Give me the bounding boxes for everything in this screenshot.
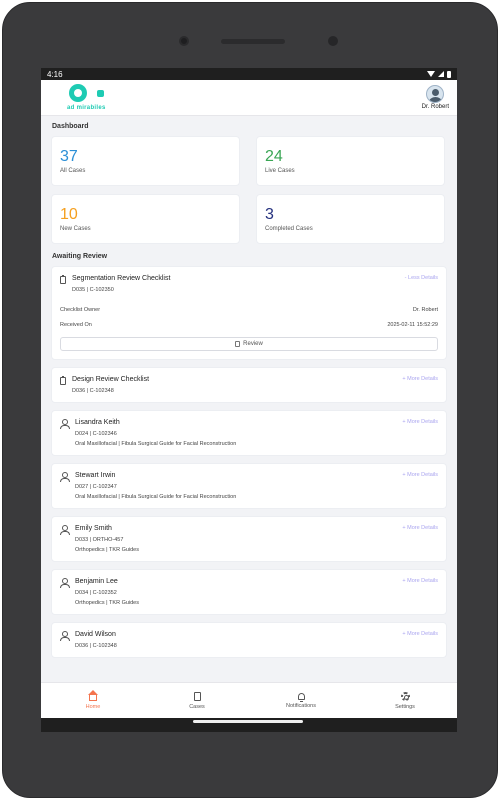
more-details-link[interactable]: + More Details bbox=[402, 472, 438, 478]
bottom-navigation: Home Cases Notifications Settings bbox=[41, 682, 457, 718]
speaker-grille bbox=[221, 39, 285, 44]
review-card[interactable]: Emily Smith D033 | ORTHO-457 Orthopedics… bbox=[51, 516, 447, 562]
logo-square-icon bbox=[97, 89, 104, 97]
stat-card-all[interactable]: 37 All Cases bbox=[51, 136, 240, 186]
card-subtitle: D033 | ORTHO-457 bbox=[75, 537, 124, 543]
stat-label: Completed Cases bbox=[265, 226, 313, 232]
nav-home[interactable]: Home bbox=[41, 683, 145, 718]
home-icon bbox=[88, 689, 98, 701]
more-details-link[interactable]: + More Details bbox=[402, 578, 438, 584]
cases-icon bbox=[193, 691, 201, 701]
less-details-link[interactable]: - Less Details bbox=[405, 275, 438, 281]
card-subtitle: D034 | C-102352 bbox=[75, 590, 117, 596]
stat-value: 24 bbox=[265, 148, 283, 165]
brand-logo[interactable]: ad mirabiles bbox=[67, 82, 117, 114]
dashboard-title: Dashboard bbox=[52, 123, 89, 130]
card-title: Design Review Checklist bbox=[72, 376, 150, 383]
wifi-icon bbox=[427, 71, 435, 77]
owner-label: Checklist Owner bbox=[60, 307, 101, 313]
nav-label: Cases bbox=[189, 703, 205, 710]
stat-value: 3 bbox=[265, 206, 274, 223]
person-icon bbox=[60, 578, 70, 588]
review-card[interactable]: Stewart Irwin D027 | C-102347 Oral Maxil… bbox=[51, 463, 447, 509]
review-card[interactable]: Benjamin Lee D034 | C-102352 Orthopedics… bbox=[51, 569, 447, 615]
nav-label: Settings bbox=[395, 703, 415, 710]
stat-value: 37 bbox=[60, 148, 78, 165]
nav-settings[interactable]: Settings bbox=[353, 683, 457, 718]
more-details-link[interactable]: + More Details bbox=[402, 525, 438, 531]
nav-notifications[interactable]: Notifications bbox=[249, 683, 353, 718]
review-doc-icon bbox=[235, 341, 241, 347]
more-details-link[interactable]: + More Details bbox=[402, 376, 438, 382]
card-detail: Oral Maxillofacial | Fibula Surgical Gui… bbox=[75, 494, 237, 500]
gesture-handle[interactable] bbox=[193, 720, 303, 723]
person-icon bbox=[60, 472, 70, 482]
avatar[interactable] bbox=[426, 85, 445, 103]
clipboard-icon bbox=[60, 376, 66, 385]
stat-label: All Cases bbox=[60, 168, 86, 174]
person-icon bbox=[60, 419, 70, 429]
stat-label: New Cases bbox=[60, 226, 91, 232]
card-title: Emily Smith bbox=[75, 525, 112, 532]
card-detail: Oral Maxillofacial | Fibula Surgical Gui… bbox=[75, 441, 237, 447]
card-detail: Orthopedics | TKR Guides bbox=[75, 600, 139, 606]
card-title: Lisandra Keith bbox=[75, 419, 120, 426]
owner-value: Dr. Robert bbox=[412, 307, 438, 313]
stat-card-new[interactable]: 10 New Cases bbox=[51, 194, 240, 244]
stat-value: 10 bbox=[60, 206, 78, 223]
details-block: Checklist Owner Dr. Robert Received On 2… bbox=[60, 307, 438, 328]
card-detail: Orthopedics | TKR Guides bbox=[75, 547, 139, 553]
received-label: Received On bbox=[60, 322, 92, 328]
card-subtitle: D027 | C-102347 bbox=[75, 484, 117, 490]
status-icons bbox=[427, 70, 451, 78]
review-card[interactable]: Lisandra Keith D024 | C-102346 Oral Maxi… bbox=[51, 410, 447, 456]
gear-icon bbox=[400, 691, 410, 701]
stat-label: Live Cases bbox=[265, 168, 295, 174]
owner-row: Checklist Owner Dr. Robert bbox=[60, 307, 438, 313]
review-button[interactable]: Review bbox=[60, 337, 438, 351]
card-subtitle: D036 | C-102348 bbox=[72, 388, 114, 394]
card-subtitle: D035 | C-102350 bbox=[72, 287, 114, 293]
card-title: Segmentation Review Checklist bbox=[72, 275, 171, 282]
battery-icon bbox=[447, 70, 451, 78]
nav-cases[interactable]: Cases bbox=[145, 683, 249, 718]
app-screen: 4:16 ad mirabiles Dr. Robert Dashboard 3… bbox=[41, 68, 457, 718]
card-subtitle: D036 | C-102348 bbox=[75, 643, 117, 649]
nav-label: Notifications bbox=[286, 702, 316, 709]
more-details-link[interactable]: + More Details bbox=[402, 631, 438, 637]
stats-grid: 37 All Cases 24 Live Cases 10 New Cases … bbox=[51, 136, 447, 244]
main-content: Dashboard 37 All Cases 24 Live Cases 10 … bbox=[41, 116, 457, 658]
stat-card-completed[interactable]: 3 Completed Cases bbox=[256, 194, 445, 244]
received-row: Received On 2025-02-11 15:52:29 bbox=[60, 322, 438, 328]
stat-card-live[interactable]: 24 Live Cases bbox=[256, 136, 445, 186]
card-title: Benjamin Lee bbox=[75, 578, 118, 585]
card-title: Stewart Irwin bbox=[75, 472, 116, 479]
person-icon bbox=[60, 631, 70, 641]
review-button-label: Review bbox=[243, 341, 263, 347]
logo-text: ad mirabiles bbox=[67, 104, 106, 111]
light-sensor bbox=[328, 36, 338, 46]
front-camera bbox=[179, 36, 189, 46]
user-profile[interactable]: Dr. Robert bbox=[422, 85, 449, 110]
review-card[interactable]: Design Review Checklist D036 | C-102348 … bbox=[51, 367, 447, 403]
person-icon bbox=[60, 525, 70, 535]
awaiting-review-title: Awaiting Review bbox=[52, 253, 108, 260]
logo-mark-icon bbox=[69, 83, 87, 102]
user-name: Dr. Robert bbox=[421, 104, 449, 110]
signal-icon bbox=[438, 71, 444, 77]
bell-icon bbox=[297, 692, 305, 702]
nav-label: Home bbox=[85, 703, 101, 710]
status-bar: 4:16 bbox=[41, 68, 457, 80]
card-title: David Wilson bbox=[75, 631, 116, 638]
card-subtitle: D024 | C-102346 bbox=[75, 431, 117, 437]
clipboard-icon bbox=[60, 275, 66, 284]
more-details-link[interactable]: + More Details bbox=[402, 419, 438, 425]
review-card-expanded: Segmentation Review Checklist D035 | C-1… bbox=[51, 266, 447, 360]
received-value: 2025-02-11 15:52:29 bbox=[387, 322, 438, 328]
review-card[interactable]: David Wilson D036 | C-102348 + More Deta… bbox=[51, 622, 447, 658]
status-time: 4:16 bbox=[47, 69, 63, 79]
app-header: ad mirabiles Dr. Robert bbox=[41, 80, 457, 116]
